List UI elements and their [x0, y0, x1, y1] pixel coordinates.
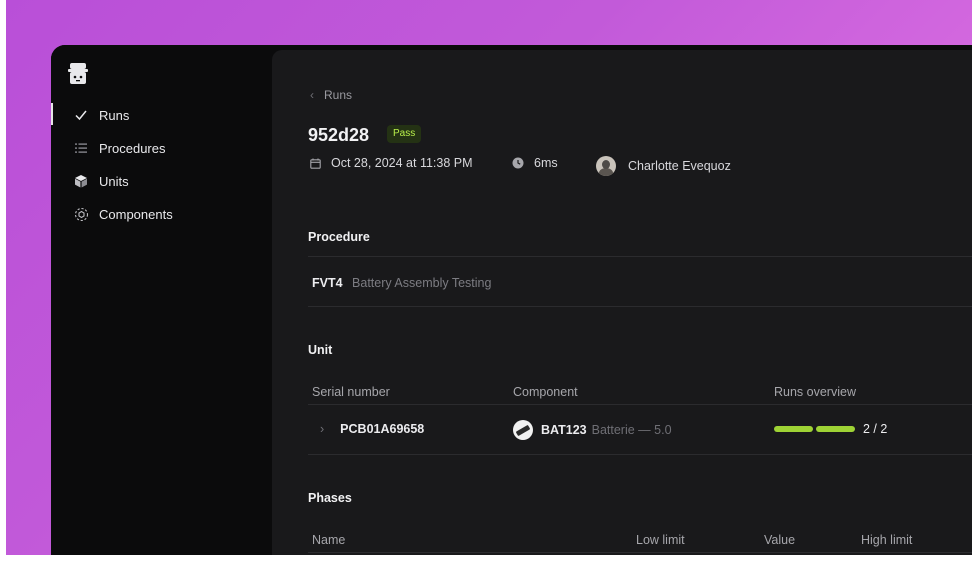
sidebar-item-label: Procedures — [99, 140, 166, 156]
app-logo-icon — [68, 63, 88, 84]
procedure-row[interactable]: FVT4 Battery Assembly Testing — [312, 276, 491, 290]
chevron-left-icon: ‹ — [310, 88, 314, 102]
runs-overview: 2 / 2 — [774, 422, 887, 436]
sidebar-item-components[interactable]: Components — [73, 202, 173, 226]
run-date-text: Oct 28, 2024 at 11:38 PM — [331, 156, 473, 170]
calendar-icon — [310, 158, 321, 169]
component-code: BAT123 — [541, 423, 587, 437]
sidebar-item-label: Runs — [99, 107, 130, 123]
status-badge: Pass — [387, 125, 422, 143]
phases-section-title: Phases — [308, 491, 352, 505]
column-header-high-limit: High limit — [861, 533, 913, 547]
column-header-low-limit: Low limit — [636, 533, 685, 547]
breadcrumb[interactable]: ‹ Runs — [310, 88, 352, 102]
main-panel: ‹ Runs 952d28 Pass Oct 28, 2024 at 11:38… — [272, 50, 972, 555]
run-operator: Charlotte Evequoz — [596, 156, 731, 176]
avatar — [596, 156, 616, 176]
run-duration-text: 6ms — [534, 156, 558, 170]
procedure-code: FVT4 — [312, 276, 343, 290]
unit-serial[interactable]: PCB01A69658 — [340, 422, 424, 436]
cube-icon — [73, 173, 89, 189]
runs-bar-segment — [816, 426, 855, 432]
run-operator-name: Charlotte Evequoz — [628, 159, 731, 173]
battery-icon — [513, 420, 533, 440]
check-icon — [73, 107, 89, 123]
divider — [308, 454, 972, 455]
column-header-serial: Serial number — [312, 385, 390, 399]
app-window: Runs Procedures Units Components ‹ Runs … — [51, 45, 972, 555]
runs-count: 2 / 2 — [863, 422, 888, 436]
clock-icon — [512, 157, 524, 169]
runs-bar-segment — [774, 426, 813, 432]
sidebar-item-label: Units — [99, 173, 129, 189]
column-header-component: Component — [513, 385, 578, 399]
table-header-divider — [308, 552, 972, 553]
component-description: Batterie — 5.0 — [591, 423, 672, 437]
breadcrumb-label: Runs — [324, 88, 353, 102]
procedure-section-title: Procedure — [308, 230, 370, 244]
runs-progress-bar — [774, 426, 858, 432]
sidebar-item-procedures[interactable]: Procedures — [73, 136, 165, 160]
run-date: Oct 28, 2024 at 11:38 PM — [310, 156, 473, 170]
sidebar-item-units[interactable]: Units — [73, 169, 129, 193]
column-header-name: Name — [312, 533, 346, 547]
active-indicator — [51, 103, 53, 125]
sidebar-item-runs[interactable]: Runs — [73, 103, 129, 127]
run-duration: 6ms — [512, 156, 558, 170]
components-icon — [73, 206, 89, 222]
column-header-value: Value — [764, 533, 796, 547]
divider — [308, 306, 972, 307]
sidebar: Runs Procedures Units Components — [51, 45, 272, 555]
list-icon — [73, 140, 89, 156]
unit-section-title: Unit — [308, 343, 333, 357]
chevron-right-icon[interactable]: › — [320, 422, 324, 436]
sidebar-item-label: Components — [99, 206, 173, 222]
unit-component[interactable]: BAT123 Batterie — 5.0 — [513, 420, 672, 440]
divider — [308, 256, 972, 257]
column-header-runs-overview: Runs overview — [774, 385, 856, 399]
table-row[interactable]: › PCB01A69658 — [320, 422, 424, 436]
procedure-name: Battery Assembly Testing — [352, 276, 492, 290]
table-header-divider — [308, 404, 972, 405]
page-title: 952d28 — [308, 125, 370, 145]
